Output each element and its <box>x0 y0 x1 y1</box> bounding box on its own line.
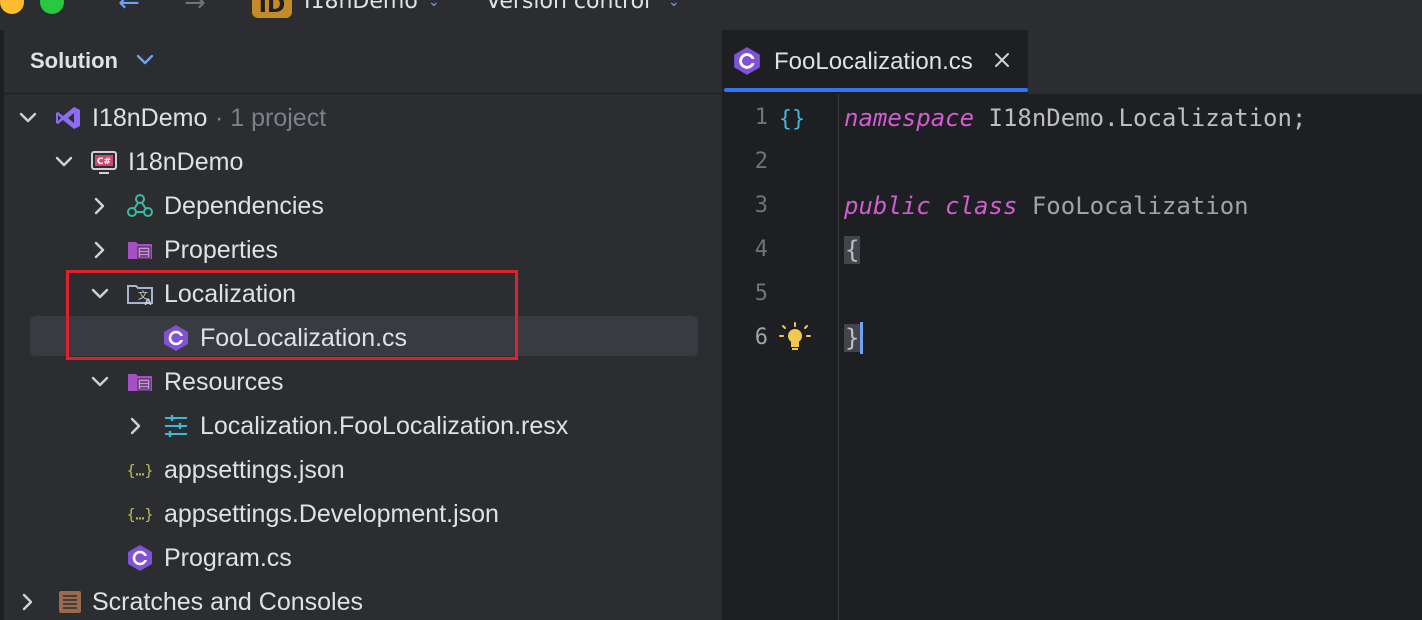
namespace-braces-icon[interactable]: {} <box>778 102 806 134</box>
code-line[interactable]: 5 <box>724 272 1422 316</box>
line-number: 6 <box>754 325 768 350</box>
code-line[interactable]: 3 public class FooLocalization <box>724 184 1422 228</box>
csharp-file-icon <box>128 545 152 571</box>
svg-text:{…}: {…} <box>127 505 154 523</box>
code-text: } <box>844 322 864 354</box>
tree-item-label: Program.cs <box>164 544 292 572</box>
json-icon: {…} <box>127 461 154 479</box>
tree-item-label: appsettings.Development.json <box>164 500 499 528</box>
tab-foolocalization[interactable]: FooLocalization.cs <box>724 30 1028 94</box>
tree-item-appsettings-development[interactable]: {…} appsettings.Development.json <box>4 492 722 536</box>
solution-chevron-down-icon[interactable] <box>136 54 154 66</box>
lightbulb-icon[interactable] <box>778 322 812 354</box>
tree-item-resources[interactable]: Resources <box>4 360 722 404</box>
minimize-window-button[interactable] <box>0 0 24 14</box>
tree-item-properties[interactable]: Properties <box>4 228 722 272</box>
forward-arrow-icon[interactable]: → <box>184 0 206 18</box>
line-number: 5 <box>754 281 768 306</box>
code-line[interactable]: 2 <box>724 140 1422 184</box>
code-text: { <box>844 236 861 264</box>
tree-item-program[interactable]: Program.cs <box>4 536 722 580</box>
chevron-right-icon[interactable] <box>18 592 38 612</box>
tree-item-project[interactable]: C# I18nDemo <box>4 140 722 184</box>
zoom-window-button[interactable] <box>40 0 64 14</box>
tab-label: FooLocalization.cs <box>774 48 973 75</box>
active-tab-indicator <box>724 88 1028 92</box>
chevron-down-icon[interactable] <box>90 372 110 392</box>
svg-text:C#: C# <box>97 157 111 167</box>
tree-item-label: Scratches and Consoles <box>92 588 363 616</box>
svg-text:{}: {} <box>779 107 806 132</box>
tree-item-label: I18nDemo <box>128 148 244 176</box>
folder-icon <box>128 374 152 391</box>
code-editor: FooLocalization.cs 1 {} namespace I18nDe… <box>724 30 1422 620</box>
close-icon[interactable] <box>992 50 1012 70</box>
code-text: public class FooLocalization <box>844 192 1249 220</box>
tree-item-label: I18nDemo <box>92 104 208 132</box>
project-count-text: · 1 project <box>215 104 327 132</box>
project-badge[interactable]: ID <box>252 0 292 18</box>
line-number: 3 <box>754 193 768 218</box>
dependencies-icon <box>127 194 153 217</box>
vcs-chevron-down-icon[interactable]: ⌄ <box>668 0 680 10</box>
resx-icon <box>165 415 187 437</box>
tree-item-label: Properties <box>164 236 278 264</box>
text-caret <box>860 322 864 354</box>
line-number: 1 <box>754 105 768 130</box>
code-line[interactable]: 1 {} namespace I18nDemo.Localization; <box>724 96 1422 140</box>
visual-studio-icon <box>56 107 80 129</box>
project-name[interactable]: I18nDemo <box>304 0 418 18</box>
tree-item-label: appsettings.json <box>164 456 345 484</box>
tree-item-label: Resources <box>164 368 284 396</box>
solution-panel-header: Solution <box>4 30 722 94</box>
back-arrow-icon[interactable]: ← <box>118 0 140 18</box>
solution-panel: Solution I18nDemo · 1 project C# I18nDem… <box>4 30 722 620</box>
chevron-down-icon[interactable] <box>54 152 74 172</box>
editor-tab-bar: FooLocalization.cs <box>724 30 1422 94</box>
tree-item-resx[interactable]: Localization.FooLocalization.resx <box>4 404 722 448</box>
chevron-right-icon[interactable] <box>90 240 110 260</box>
csharp-project-icon: C# <box>91 151 117 174</box>
solution-title[interactable]: Solution <box>30 48 118 74</box>
code-line[interactable]: 4 { <box>724 228 1422 272</box>
tree-item-solution[interactable]: I18nDemo · 1 project <box>4 96 722 140</box>
csharp-file-icon <box>734 47 760 75</box>
chevron-right-icon[interactable] <box>90 196 110 216</box>
title-bar: ← → ID I18nDemo ⌄ Version control ⌄ <box>0 0 1422 30</box>
svg-text:{…}: {…} <box>127 461 154 479</box>
chevron-right-icon[interactable] <box>126 416 146 436</box>
chevron-down-icon[interactable] <box>18 108 38 128</box>
json-icon: {…} <box>127 505 154 523</box>
tree-item-scratches[interactable]: Scratches and Consoles <box>4 580 722 620</box>
code-line[interactable]: 6 } <box>724 316 1422 360</box>
version-control-menu[interactable]: Version control <box>486 0 650 18</box>
code-text: namespace I18nDemo.Localization; <box>844 104 1307 132</box>
line-number: 2 <box>754 149 768 174</box>
tree-item-appsettings[interactable]: {…} appsettings.json <box>4 448 722 492</box>
project-chevron-down-icon[interactable]: ⌄ <box>428 0 440 10</box>
line-number: 4 <box>754 237 768 262</box>
tree-item-label: Dependencies <box>164 192 324 220</box>
scratches-icon <box>59 591 81 613</box>
folder-icon <box>128 242 152 259</box>
annotation-highlight-box <box>66 270 518 360</box>
tree-item-dependencies[interactable]: Dependencies <box>4 184 722 228</box>
tree-item-label: Localization.FooLocalization.resx <box>200 412 569 440</box>
